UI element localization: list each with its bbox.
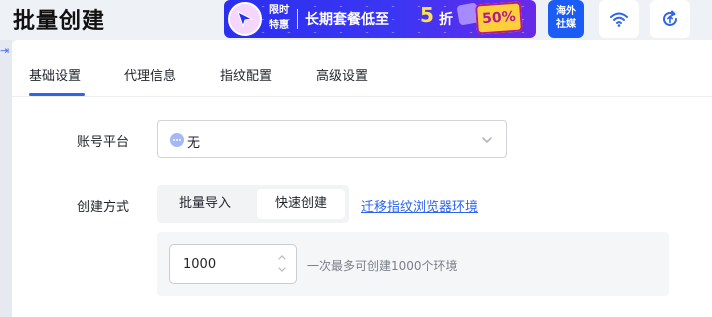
promo-tag: 限时 特惠 <box>264 3 294 33</box>
top-bar: 批量创建 限时 特惠 长期套餐低至 5 折 50% 海外 社媒 <box>0 0 712 40</box>
sync-icon <box>663 10 677 26</box>
stepper-up-icon[interactable] <box>277 253 287 261</box>
promo-big-number: 5 <box>420 3 434 27</box>
migrate-browser-env-link[interactable]: 迁移指纹浏览器环境 <box>361 196 478 215</box>
tab-proxy-info[interactable]: 代理信息 <box>124 65 176 84</box>
active-tab-indicator <box>29 93 85 96</box>
sync-button[interactable] <box>650 0 690 38</box>
collapse-arrow-icon[interactable]: ⇥ <box>0 44 10 60</box>
promo-unit: 折 <box>439 12 453 28</box>
quantity-section: 1000 一次最多可创建1000个环境 <box>157 232 669 296</box>
tab-basic-settings[interactable]: 基础设置 <box>29 65 81 84</box>
overseas-social-line2: 社媒 <box>556 19 576 30</box>
overseas-social-line1: 海外 <box>556 6 576 17</box>
promo-headline: 长期套餐低至 <box>305 12 389 28</box>
settings-panel: 基础设置 代理信息 指纹配置 高级设置 账号平台 无 创建方式 批量导入 快速创… <box>12 40 712 317</box>
promo-tag-line1: 限时 <box>269 5 289 16</box>
overseas-social-button[interactable]: 海外 社媒 <box>548 0 584 38</box>
more-dots-icon <box>170 133 184 147</box>
page-title: 批量创建 <box>13 9 106 34</box>
stepper-down-icon[interactable] <box>277 266 287 274</box>
tab-advanced-settings[interactable]: 高级设置 <box>316 65 368 84</box>
network-button[interactable] <box>599 0 639 38</box>
segment-batch-import[interactable]: 批量导入 <box>163 189 247 219</box>
account-platform-label: 账号平台 <box>77 135 130 150</box>
segment-quick-create[interactable]: 快速创建 <box>257 189 345 219</box>
quantity-value: 1000 <box>183 257 217 272</box>
tab-bar: 基础设置 代理信息 指纹配置 高级设置 <box>12 40 712 97</box>
promo-cursor-badge-icon <box>228 2 262 36</box>
create-method-label: 创建方式 <box>77 200 130 215</box>
chevron-down-icon <box>482 137 492 143</box>
promo-coupon: 50% <box>475 1 523 35</box>
quantity-stepper[interactable]: 1000 <box>169 244 297 284</box>
promo-separator <box>297 9 298 29</box>
quantity-hint: 一次最多可创建1000个环境 <box>307 259 458 273</box>
side-collapse-strip <box>0 40 12 317</box>
promo-tag-line2: 特惠 <box>269 20 289 31</box>
tab-fingerprint-config[interactable]: 指纹配置 <box>220 65 272 84</box>
promo-banner[interactable]: 限时 特惠 长期套餐低至 5 折 50% <box>224 0 536 38</box>
overseas-social-label: 海外 社媒 <box>551 5 581 31</box>
account-platform-value: 无 <box>187 136 201 151</box>
wifi-icon <box>610 12 628 27</box>
account-platform-select[interactable]: 无 <box>157 120 507 158</box>
create-method-segmented: 批量导入 快速创建 <box>157 185 349 223</box>
